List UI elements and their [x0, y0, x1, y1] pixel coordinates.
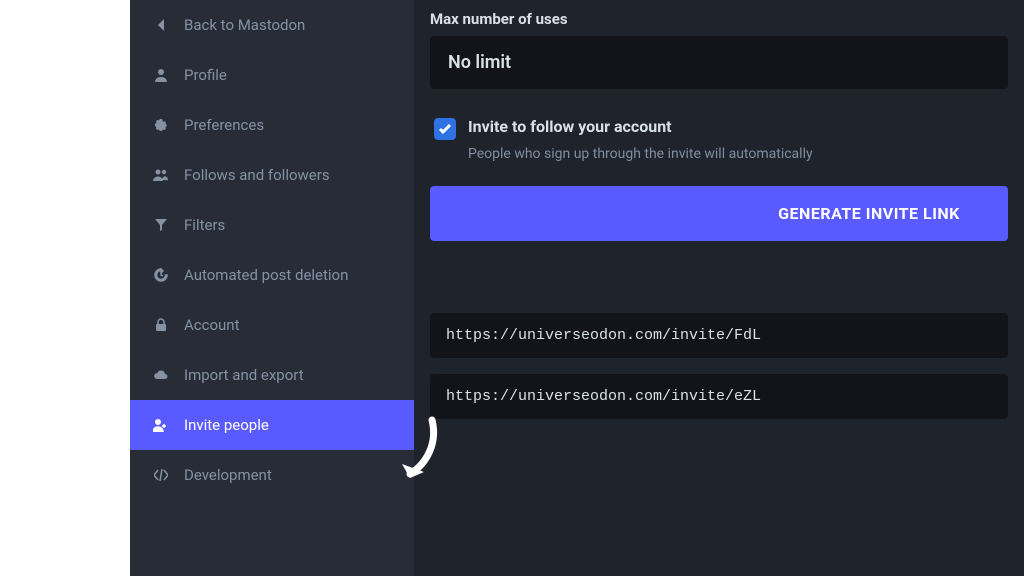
sidebar-item-label: Profile	[184, 66, 227, 84]
sidebar-item-follows[interactable]: Follows and followers	[130, 150, 414, 200]
user-icon	[150, 68, 172, 82]
sidebar-item-preferences[interactable]: Preferences	[130, 100, 414, 150]
sidebar-item-label: Automated post deletion	[184, 266, 348, 284]
sidebar-item-label: Account	[184, 316, 240, 334]
sidebar-item-label: Back to Mastodon	[184, 16, 305, 34]
code-icon	[150, 469, 172, 481]
max-uses-label: Max number of uses	[430, 10, 1008, 28]
sidebar-item-development[interactable]: Development	[130, 450, 414, 500]
invite-follow-checkbox[interactable]	[434, 118, 456, 140]
gear-icon	[150, 118, 172, 132]
invite-url-2[interactable]: https://universeodon.com/invite/eZL	[430, 374, 1008, 419]
history-icon	[150, 268, 172, 282]
sidebar-item-auto-delete[interactable]: Automated post deletion	[130, 250, 414, 300]
sidebar-item-back[interactable]: Back to Mastodon	[130, 0, 414, 50]
sidebar-item-label: Import and export	[184, 366, 304, 384]
cloud-icon	[150, 369, 172, 381]
invite-people-panel: Max number of uses No limit Invite to fo…	[414, 0, 1024, 576]
invite-url-1[interactable]: https://universeodon.com/invite/FdL	[430, 313, 1008, 358]
sidebar-item-invite[interactable]: Invite people	[130, 400, 414, 450]
sidebar-item-import-export[interactable]: Import and export	[130, 350, 414, 400]
users-icon	[150, 168, 172, 182]
generate-invite-button[interactable]: GENERATE INVITE LINK	[430, 186, 1008, 241]
invite-follow-help: People who sign up through the invite wi…	[468, 146, 1008, 162]
sidebar-item-profile[interactable]: Profile	[130, 50, 414, 100]
chevron-left-icon	[150, 18, 172, 32]
sidebar-item-label: Development	[184, 466, 272, 484]
sidebar-item-label: Follows and followers	[184, 166, 330, 184]
sidebar-item-label: Filters	[184, 216, 225, 234]
sidebar-item-filters[interactable]: Filters	[130, 200, 414, 250]
sidebar-item-account[interactable]: Account	[130, 300, 414, 350]
lock-icon	[150, 318, 172, 332]
filter-icon	[150, 219, 172, 231]
settings-sidebar: Back to Mastodon Profile Preferences Fol…	[130, 0, 414, 576]
max-uses-select[interactable]: No limit	[430, 36, 1008, 89]
check-icon	[438, 123, 452, 135]
sidebar-item-label: Invite people	[184, 416, 269, 434]
invite-follow-label: Invite to follow your account	[468, 117, 672, 136]
sidebar-item-label: Preferences	[184, 116, 264, 134]
user-plus-icon	[150, 418, 172, 432]
